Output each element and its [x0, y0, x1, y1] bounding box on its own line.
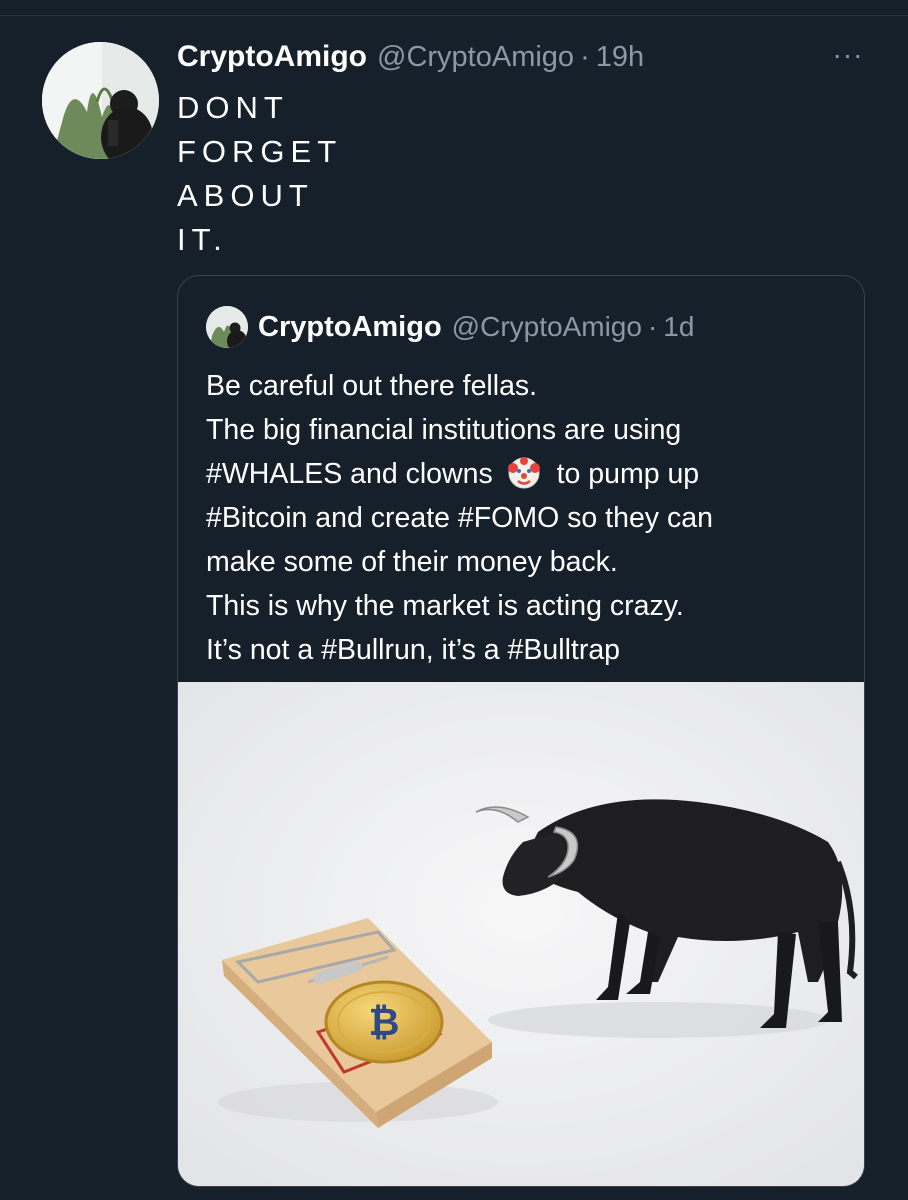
quoted-author-handle[interactable]: @CryptoAmigo	[452, 311, 642, 343]
quoted-text-fragment: to pump up	[556, 458, 700, 490]
tweet-text: DONT FORGET ABOUT IT.	[177, 86, 342, 262]
author-avatar[interactable]	[42, 42, 159, 159]
bitcoin-symbol: ₿	[369, 1000, 400, 1044]
tweet-header: CryptoAmigo @CryptoAmigo · 19h	[177, 40, 644, 80]
tweet-text-line: ABOUT	[177, 178, 314, 213]
quoted-text-line: Be careful out there fellas.	[206, 370, 538, 402]
tweet-text-line: FORGET	[177, 134, 343, 169]
author-handle[interactable]: @CryptoAmigo	[377, 41, 574, 74]
top-divider	[0, 15, 908, 16]
tweet-text-line: DONT	[177, 90, 289, 125]
quoted-author-avatar	[206, 306, 248, 348]
quoted-text-line: It’s not a #Bullrun, it’s a #Bulltrap	[206, 634, 621, 666]
tweet-text-line: IT.	[177, 222, 228, 257]
tweet-timestamp[interactable]: 19h	[596, 41, 644, 74]
quoted-tweet-card[interactable]: CryptoAmigo @CryptoAmigo · 1d Be careful…	[177, 275, 865, 1187]
author-name[interactable]: CryptoAmigo	[177, 40, 367, 74]
quoted-text-line: make some of their money back.	[206, 546, 618, 578]
quoted-text-line-with-emoji: #WHALES and clowns to pump up	[206, 452, 856, 496]
quoted-tweet-text: Be careful out there fellas. The big fin…	[206, 364, 856, 672]
quoted-text-line: #Bitcoin and create #FOMO so they can	[206, 502, 713, 534]
quoted-tweet-header: CryptoAmigo @CryptoAmigo · 1d	[206, 306, 694, 348]
quoted-text-line: The big financial institutions are using	[206, 414, 682, 446]
bull-and-bitcoin-mousetrap-image[interactable]: ₿	[178, 682, 864, 1186]
quoted-text-line: This is why the market is acting crazy.	[206, 590, 684, 622]
separator-dot: ·	[647, 311, 658, 342]
quoted-tweet-timestamp[interactable]: 1d	[663, 311, 694, 343]
more-options-icon[interactable]: ···	[828, 41, 868, 69]
separator-dot: ·	[580, 41, 590, 73]
quoted-author-name[interactable]: CryptoAmigo	[258, 311, 442, 344]
clown-face-emoji-icon	[507, 456, 541, 490]
quoted-text-fragment: #WHALES and clowns	[206, 458, 493, 490]
